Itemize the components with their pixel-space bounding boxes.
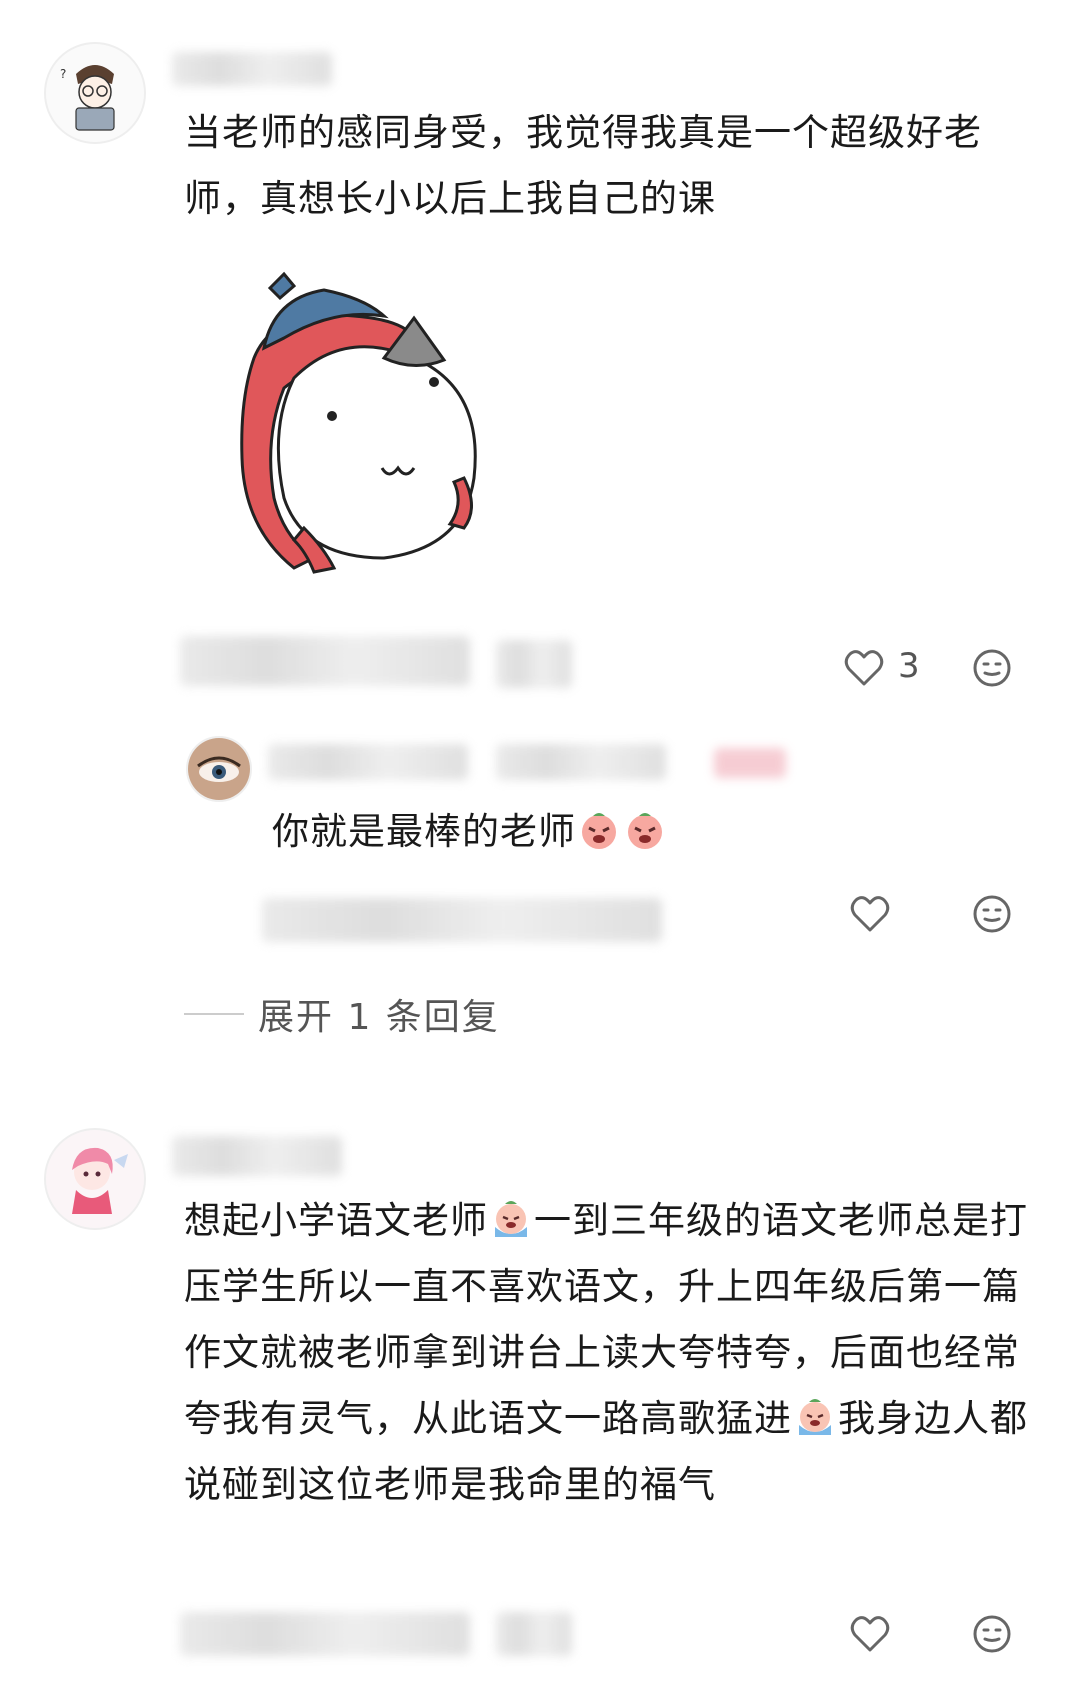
anime-girl-avatar-icon	[46, 1130, 144, 1228]
avatar-drawing-icon: ?	[46, 44, 144, 142]
face-icon	[973, 649, 1011, 687]
comment-2-like-button[interactable]	[848, 1612, 892, 1656]
heart-icon	[850, 1616, 890, 1652]
comment-1-text: 当老师的感同身受，我觉得我真是一个超级好老师，真想长小以后上我自己的课	[184, 111, 982, 220]
reply-text-content: 你就是最棒的老师	[272, 810, 576, 853]
comment-1-like-button[interactable]	[842, 646, 886, 690]
expand-replies-button[interactable]: 展开 1 条回复	[184, 988, 500, 1040]
angry-peach-emoji-icon	[623, 808, 667, 852]
face-icon	[973, 1615, 1011, 1653]
heart-icon	[844, 650, 884, 686]
cat-cap-sticker-icon	[240, 271, 477, 574]
crying-peach-emoji-icon	[793, 1394, 837, 1438]
comment-1-like-count: 3	[898, 646, 920, 686]
username-blurred[interactable]	[172, 52, 332, 86]
reply-badge-blurred	[714, 748, 786, 778]
avatar-reply[interactable]	[186, 736, 252, 802]
avatar-comment-2[interactable]	[44, 1128, 146, 1230]
username-2-blurred[interactable]	[172, 1136, 342, 1176]
heart-icon	[850, 896, 890, 932]
divider-line	[184, 1013, 244, 1015]
crying-peach-emoji-icon	[489, 1196, 533, 1240]
comment-2-text-part-1: 想起小学语文老师	[184, 1199, 488, 1242]
comment-2-meta-blurred	[180, 1612, 470, 1656]
reply-to-blurred	[496, 744, 666, 780]
avatar-comment-1[interactable]: ?	[44, 42, 146, 144]
reply-text: 你就是最棒的老师	[272, 806, 668, 858]
reply-username-blurred[interactable]	[268, 744, 468, 780]
reply-meta-blurred	[262, 898, 662, 942]
comment-2-text: 想起小学语文老师 一到三年级的语文老师总是打压学生所以一直不喜欢语文，升上四年级后…	[184, 1188, 1034, 1518]
comment-1-reply-button[interactable]	[970, 646, 1014, 690]
reply-like-button[interactable]	[848, 892, 892, 936]
comment-1-meta-blurred	[180, 636, 470, 686]
comment-1-location-blurred	[496, 640, 572, 688]
comment-2-reply-button[interactable]	[970, 1612, 1014, 1656]
svg-text:?: ?	[60, 67, 66, 81]
angry-peach-emoji-icon	[577, 808, 621, 852]
eye-avatar-icon	[188, 738, 250, 800]
reply-reply-button[interactable]	[970, 892, 1014, 936]
face-icon	[973, 895, 1011, 933]
expand-replies-label: 展开 1 条回复	[258, 997, 500, 1038]
comment-2-location-blurred	[496, 1612, 572, 1656]
